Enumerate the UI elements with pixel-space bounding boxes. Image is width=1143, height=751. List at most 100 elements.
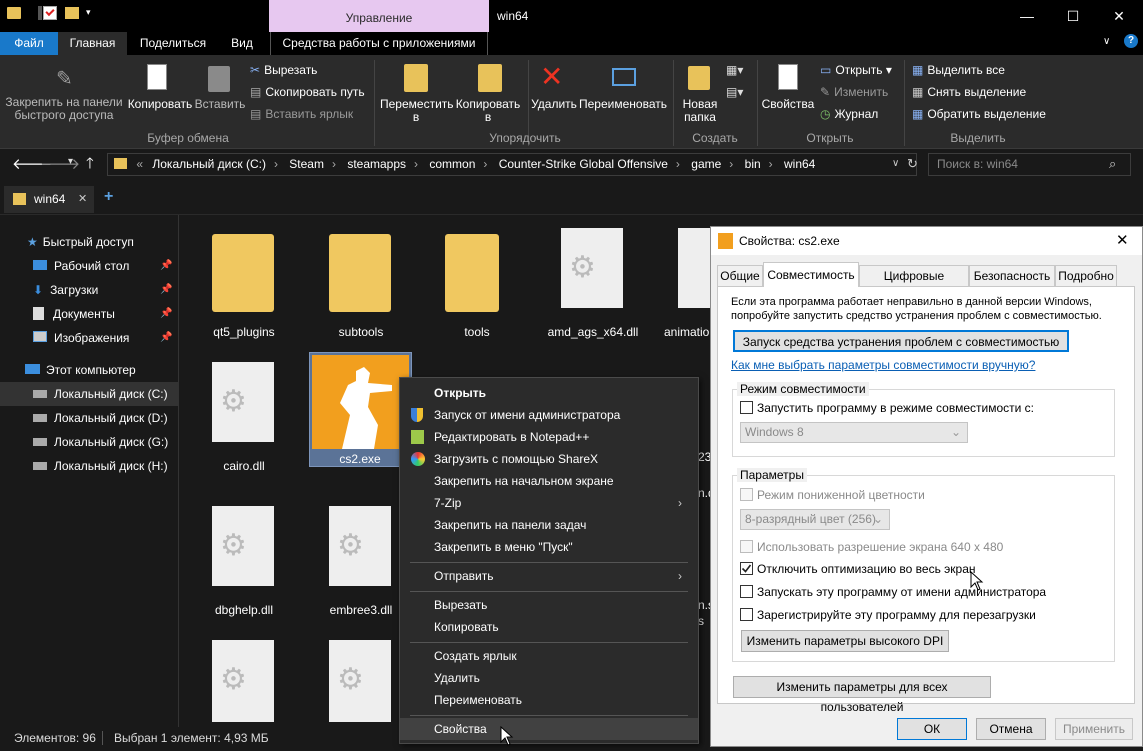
rename-button[interactable]: Переименовать	[578, 60, 668, 126]
cut-button[interactable]: ✂ Вырезать	[250, 63, 317, 77]
run-as-admin-checkbox[interactable]	[740, 585, 753, 598]
disable-fullscreen-opt-checkbox[interactable]	[740, 562, 753, 575]
paste-button[interactable]: Вставить	[194, 60, 246, 126]
crumb-csgo[interactable]: Counter-Strike Global Offensive	[499, 157, 668, 171]
open-button[interactable]: ▭ Открыть ▾	[820, 63, 892, 77]
menu-properties[interactable]: Свойства	[400, 718, 698, 740]
reduced-color-checkbox[interactable]	[740, 488, 753, 501]
menu-send-to[interactable]: Отправить ›	[400, 565, 698, 587]
menu-copy[interactable]: Копировать	[400, 616, 698, 638]
recent-locations-icon[interactable]: ▾	[68, 156, 73, 167]
search-input[interactable]: Поиск в: win64	[928, 153, 1131, 176]
tab-digital-signatures[interactable]: Цифровые подписи	[859, 265, 969, 303]
help-icon[interactable]: ?	[1124, 34, 1138, 48]
copy-button[interactable]: Копировать	[127, 60, 193, 126]
file-item[interactable]: ⚙ cairo.dll	[194, 356, 294, 476]
file-item[interactable]: animation .d	[660, 222, 710, 342]
apply-button[interactable]: Применить	[1055, 718, 1133, 740]
crumb-bin[interactable]: bin	[745, 157, 761, 171]
file-item[interactable]: ⚙ embree3.dll	[311, 500, 411, 620]
ribbon-collapse-icon[interactable]: ∨	[1103, 36, 1110, 47]
file-item[interactable]: tools	[427, 222, 527, 342]
menu-open[interactable]: Открыть	[400, 382, 698, 404]
menu-pin-start-screen[interactable]: Закрепить на начальном экране	[400, 470, 698, 492]
nav-quick-access[interactable]: ★ Быстрый доступ	[0, 230, 178, 254]
minimize-button[interactable]: —	[1004, 0, 1050, 32]
dll-file-icon[interactable]: ⚙	[212, 640, 274, 722]
tab-app-tools[interactable]: Средства работы с приложениями	[270, 32, 488, 55]
overflow-chevron-icon[interactable]: «	[136, 157, 143, 171]
crumb-common[interactable]: common	[429, 157, 475, 171]
file-item[interactable]: subtools	[311, 222, 411, 342]
compat-mode-checkbox[interactable]	[740, 401, 753, 414]
select-none-button[interactable]: ▦ Снять выделение	[912, 85, 1026, 99]
nav-downloads[interactable]: ⬇ Загрузки 📌	[0, 278, 178, 302]
file-item-selected[interactable]: cs2.exe	[309, 352, 412, 467]
nav-drive-c[interactable]: Локальный диск (C:)	[0, 382, 178, 406]
select-all-button[interactable]: ▦ Выделить все	[912, 63, 1005, 77]
tab-compatibility[interactable]: Совместимость	[763, 262, 859, 287]
compat-os-select[interactable]: Windows 8 ⌄	[740, 422, 968, 443]
refresh-icon[interactable]: ↻	[907, 156, 918, 172]
nav-documents[interactable]: Документы 📌	[0, 302, 178, 326]
menu-sharex[interactable]: Загрузить с помощью ShareX	[400, 448, 698, 470]
address-dropdown-icon[interactable]: ∨	[892, 158, 899, 169]
manual-settings-link[interactable]: Как мне выбрать параметры совместимости …	[731, 358, 1035, 372]
tab-general[interactable]: Общие	[717, 265, 763, 286]
new-item-icon[interactable]: ▦▾	[726, 63, 743, 77]
troubleshooter-button[interactable]: Запуск средства устранения проблем с сов…	[733, 330, 1069, 352]
copy-to-button[interactable]: Копировать в	[452, 60, 524, 126]
tab-share[interactable]: Поделиться	[133, 32, 213, 55]
tab-close-icon[interactable]: ✕	[78, 192, 87, 205]
file-item[interactable]: ⚙ dbghelp.dll	[194, 500, 294, 620]
history-button[interactable]: ◷ Журнал	[820, 107, 878, 121]
tab-file[interactable]: Файл	[0, 32, 58, 55]
register-restart-checkbox[interactable]	[740, 608, 753, 621]
dll-file-icon[interactable]: ⚙	[329, 640, 391, 722]
ok-button[interactable]: ОК	[897, 718, 967, 740]
nav-desktop[interactable]: Рабочий стол 📌	[0, 254, 178, 278]
new-folder-quick-icon[interactable]	[65, 7, 79, 19]
up-arrow-icon[interactable]: 🡑	[86, 153, 94, 178]
nav-drive-d[interactable]: Локальный диск (D:)	[0, 406, 178, 430]
tab-home[interactable]: Главная	[58, 32, 127, 55]
nav-drive-g[interactable]: Локальный диск (G:)	[0, 430, 178, 454]
forward-arrow-icon[interactable]: 🡒	[40, 154, 80, 173]
res-640-checkbox[interactable]	[740, 540, 753, 553]
file-item[interactable]: qt5_plugins	[194, 222, 294, 342]
menu-create-shortcut[interactable]: Создать ярлык	[400, 645, 698, 667]
invert-selection-button[interactable]: ▦ Обратить выделение	[912, 107, 1046, 121]
nav-drive-h[interactable]: Локальный диск (H:)	[0, 454, 178, 478]
high-dpi-settings-button[interactable]: Изменить параметры высокого DPI	[741, 630, 949, 652]
new-tab-icon[interactable]: +	[104, 188, 113, 206]
cancel-button[interactable]: Отмена	[976, 718, 1046, 740]
close-button[interactable]: ✕	[1096, 0, 1142, 32]
tab-details[interactable]: Подробно	[1055, 265, 1117, 286]
quick-access-dropdown-icon[interactable]: ▾	[86, 7, 96, 17]
edit-button[interactable]: ✎ Изменить	[820, 85, 888, 99]
properties-quick-icon[interactable]	[43, 6, 57, 20]
menu-pin-taskbar[interactable]: Закрепить на панели задач	[400, 514, 698, 536]
copy-path-button[interactable]: ▤ Скопировать путь	[250, 85, 365, 99]
address-bar[interactable]: « Локальный диск (C:) › Steam › steamapps ›…	[107, 153, 917, 176]
crumb-steamapps[interactable]: steamapps	[347, 157, 406, 171]
paste-shortcut-button[interactable]: ▤ Вставить ярлык	[250, 107, 353, 121]
crumb-steam[interactable]: Steam	[289, 157, 324, 171]
move-to-button[interactable]: Переместить в	[380, 60, 454, 126]
crumb-drive-c[interactable]: Локальный диск (C:)	[152, 157, 266, 171]
delete-button[interactable]: ✕ Удалить	[530, 60, 578, 126]
nav-this-pc[interactable]: Этот компьютер	[0, 358, 178, 382]
menu-7zip[interactable]: 7-Zip ›	[400, 492, 698, 514]
menu-pin-start-menu[interactable]: Закрепить в меню "Пуск"	[400, 536, 698, 558]
crumb-game[interactable]: game	[691, 157, 721, 171]
pin-quick-access-button[interactable]: ✎ Закрепить на панели быстрого доступа	[4, 60, 124, 126]
menu-cut[interactable]: Вырезать	[400, 594, 698, 616]
color-depth-select[interactable]: 8-разрядный цвет (256) ⌄	[740, 509, 890, 530]
menu-delete[interactable]: Удалить	[400, 667, 698, 689]
crumb-win64[interactable]: win64	[784, 157, 815, 171]
maximize-button[interactable]: ☐	[1050, 0, 1096, 32]
tab-security[interactable]: Безопасность	[969, 265, 1055, 286]
tab-view[interactable]: Вид	[222, 32, 262, 55]
dialog-close-icon[interactable]: ✕	[1116, 231, 1129, 249]
all-users-settings-button[interactable]: Изменить параметры для всех пользователе…	[733, 676, 991, 714]
